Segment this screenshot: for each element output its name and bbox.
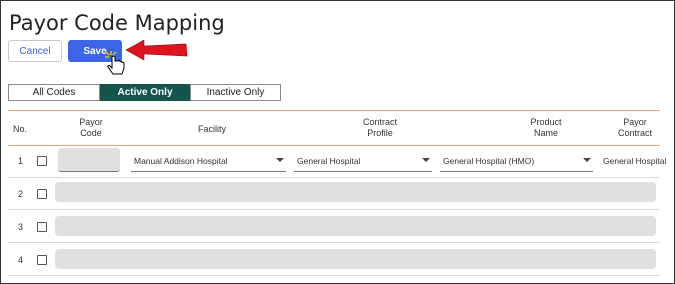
- contract-profile-select-value: General Hospital: [297, 155, 361, 166]
- row-divider: [8, 177, 660, 178]
- header-bottom-rule: [8, 145, 660, 146]
- row-loading-placeholder: [55, 249, 656, 269]
- product-name-select-value: General Hospital (HMO): [443, 155, 535, 166]
- row-number: 2: [18, 189, 24, 199]
- col-header-contract-profile: Contract Profile: [362, 117, 397, 138]
- row-checkbox[interactable]: [37, 189, 47, 199]
- filter-active-only[interactable]: Active Only: [100, 84, 190, 101]
- facility-select[interactable]: Manual Addison Hospital: [131, 150, 286, 172]
- row-loading-placeholder: [55, 216, 656, 236]
- contract-profile-select[interactable]: General Hospital: [294, 150, 432, 172]
- chevron-down-icon: [276, 158, 284, 162]
- row-checkbox[interactable]: [37, 156, 47, 166]
- col-header-no: No.: [13, 124, 28, 134]
- row-number: 4: [18, 255, 24, 265]
- cancel-button[interactable]: Cancel: [8, 40, 62, 62]
- header-top-rule: [8, 110, 660, 111]
- row-checkbox[interactable]: [37, 222, 47, 232]
- col-header-product-name: Product Name: [530, 117, 562, 138]
- chevron-down-icon: [422, 158, 430, 162]
- row-divider: [8, 242, 660, 243]
- chevron-down-icon: [583, 158, 591, 162]
- row-divider: [8, 209, 660, 210]
- row-number: 1: [18, 156, 24, 166]
- payor-contract-value: General Hospital: [603, 156, 667, 166]
- filter-inactive-only[interactable]: Inactive Only: [190, 84, 281, 101]
- page-title: Payor Code Mapping: [9, 11, 225, 35]
- row-number: 3: [18, 222, 24, 232]
- product-name-select[interactable]: General Hospital (HMO): [440, 150, 593, 172]
- facility-select-value: Manual Addison Hospital: [134, 155, 228, 166]
- col-header-facility: Facility: [197, 124, 226, 134]
- row-divider: [8, 275, 660, 276]
- status-filter: All Codes Active Only Inactive Only: [0, 84, 281, 101]
- row-loading-placeholder: [55, 182, 656, 202]
- row-checkbox[interactable]: [37, 255, 47, 265]
- col-header-payor-contract: Payor Contract: [617, 117, 652, 138]
- filter-all-codes[interactable]: All Codes: [8, 84, 100, 101]
- hand-pointer-icon: [105, 51, 125, 75]
- col-header-payor-code: Payor Code: [79, 117, 103, 138]
- red-arrow-icon: [125, 39, 188, 61]
- payor-code-input[interactable]: [58, 148, 120, 172]
